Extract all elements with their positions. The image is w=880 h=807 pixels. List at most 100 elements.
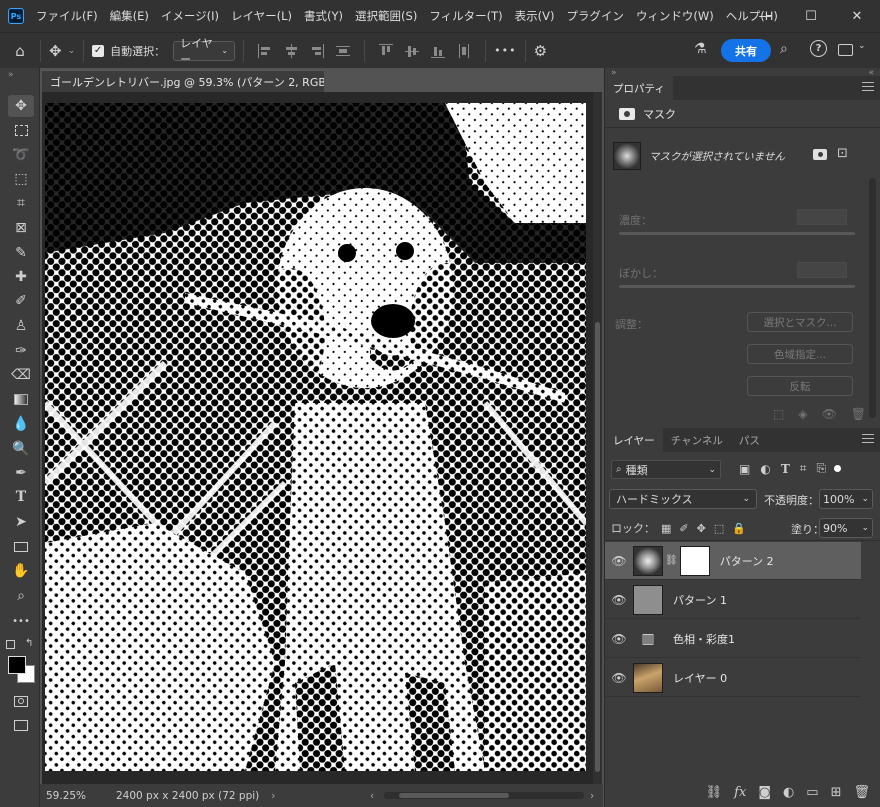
layer-row[interactable]: 👁 ▥ 色相・彩度1 [605,620,861,658]
document-tab[interactable]: ゴールデンレトリバー.jpg @ 59.3% (パターン 2, RGB/8) *… [42,70,324,92]
more-options-icon[interactable]: ••• [494,44,516,57]
halftone-image-canvas[interactable] [45,103,586,771]
search-icon[interactable]: ⌕ [780,41,788,57]
crop-tool-icon[interactable]: ⌗ [8,192,34,214]
auto-select-target-dropdown[interactable]: レイヤー ⌄ [173,37,236,66]
image-filter-icon[interactable]: ▣ [739,462,750,476]
trash-icon[interactable]: 🗑 [853,785,870,800]
screen-mode-icon[interactable] [8,714,34,736]
align-center-horizontal-icon[interactable] [284,43,298,58]
maximize-button[interactable]: ☐ [788,0,834,32]
align-middle-vertical-icon[interactable] [405,44,420,58]
layer-row[interactable]: 👁 ⛓ パターン 2 [605,542,861,580]
menu-type[interactable]: 書式(Y) [304,8,343,24]
path-select-tool-icon[interactable]: ➤ [8,511,34,533]
help-icon[interactable]: ? [810,40,827,57]
menu-file[interactable]: ファイル(F) [36,8,98,24]
tab-channels[interactable]: チャンネル [663,428,731,452]
align-left-icon[interactable] [258,43,272,58]
layer-row[interactable]: 👁 レイヤー 0 [605,659,861,697]
menu-window[interactable]: ウィンドウ(W) [636,8,714,24]
fx-icon[interactable]: fx [734,785,746,800]
properties-scrollbar[interactable] [869,178,876,418]
zoom-tool-icon[interactable]: ⌕ [8,585,34,607]
menu-filter[interactable]: フィルター(T) [429,8,502,24]
chevron-right-icon[interactable]: › [271,790,275,802]
menu-image[interactable]: イメージ(I) [161,8,219,24]
link-icon[interactable]: ⛓ [665,555,678,566]
hand-tool-icon[interactable]: ✋ [8,560,34,582]
auto-select-checkbox[interactable]: ✓ [92,44,105,57]
workspace-icon[interactable] [838,44,853,56]
healing-brush-tool-icon[interactable]: ✚ [8,266,34,288]
visibility-icon[interactable]: 👁 [605,632,633,646]
menu-plugins[interactable]: プラグイン [566,8,624,24]
collapse-icon[interactable]: » [8,70,14,80]
chevron-down-icon[interactable]: ⌄ [858,41,866,51]
lock-position-icon[interactable]: ✥ [697,522,706,535]
opacity-field[interactable]: 100% ⌄ [819,489,873,509]
lasso-tool-icon[interactable]: ➰ [8,144,34,166]
distribute-horizontal-icon[interactable] [457,43,471,58]
chevron-right-icon[interactable]: › [590,784,594,807]
smart-object-filter-icon[interactable]: ⎘ [817,461,827,476]
add-mask-icon[interactable]: ◙ [758,785,771,800]
add-pixel-mask-icon[interactable] [813,149,827,160]
tab-properties[interactable]: プロパティ [605,76,673,100]
lock-artboard-icon[interactable]: ⬚ [714,522,724,535]
edit-toolbar-icon[interactable]: ••• [8,610,34,632]
object-select-tool-icon[interactable]: ⬚ [8,168,34,190]
type-tool-icon[interactable]: T [8,486,34,508]
horizontal-scrollbar[interactable] [384,792,584,799]
gradient-tool-icon[interactable] [8,388,34,410]
menu-select[interactable]: 選択範囲(S) [355,8,417,24]
panel-menu-icon[interactable] [862,434,874,446]
menu-layer[interactable]: レイヤー(L) [231,8,292,24]
frame-tool-icon[interactable]: ⊠ [8,217,34,239]
marquee-tool-icon[interactable] [8,119,34,141]
menu-edit[interactable]: 編集(E) [110,8,149,24]
menu-view[interactable]: 表示(V) [515,8,555,24]
align-right-icon[interactable] [310,43,325,58]
move-tool-icon[interactable]: ✥ [49,42,62,60]
gear-icon[interactable]: ⚙ [534,42,547,60]
shape-filter-icon[interactable]: ⌗ [800,461,807,476]
canvas-area[interactable] [42,92,602,784]
link-layers-icon[interactable]: ⛓ [706,785,723,800]
blur-tool-icon[interactable]: 💧 [8,413,34,435]
close-window-button[interactable]: ✕ [834,0,880,32]
add-vector-mask-icon[interactable]: ⊡ [837,146,848,161]
type-filter-icon[interactable]: T [781,462,790,476]
lock-image-icon[interactable]: ✐ [679,522,688,535]
lock-transparent-icon[interactable]: ▦ [661,522,671,535]
layer-filter-dropdown[interactable]: ⌕ 種類 ⌄ [611,460,721,479]
visibility-icon[interactable]: 👁 [605,593,633,607]
chevron-down-icon[interactable]: ⌄ [68,46,76,56]
move-tool-icon[interactable]: ✥ [8,95,34,117]
layer-row[interactable]: 👁 パターン 1 [605,581,861,619]
distribute-vertical-icon[interactable] [336,44,351,58]
chevron-left-icon[interactable]: ‹ [370,784,374,807]
panel-menu-icon[interactable] [862,82,874,94]
folder-icon[interactable]: ▭ [806,785,818,800]
flask-icon[interactable]: ⚗ [694,41,707,57]
adjustment-layer-icon[interactable]: ◐ [783,785,794,800]
eyedropper-tool-icon[interactable]: ✎ [8,242,34,264]
blend-mode-dropdown[interactable]: ハードミックス ⌄ [609,489,757,509]
align-bottom-icon[interactable] [431,44,446,58]
quick-mask-icon[interactable] [8,690,34,712]
rectangle-tool-icon[interactable] [8,536,34,558]
align-top-icon[interactable] [379,43,394,58]
fill-field[interactable]: 90% ⌄ [819,518,873,538]
tab-layers[interactable]: レイヤー [605,428,663,452]
eraser-tool-icon[interactable]: ⌫ [8,364,34,386]
foreground-color-swatch[interactable] [8,656,26,674]
history-brush-tool-icon[interactable]: ✑ [8,340,34,362]
home-icon[interactable]: ⌂ [0,42,40,60]
stamp-tool-icon[interactable]: ♙ [8,315,34,337]
layer-mask-thumbnail[interactable] [679,545,710,576]
pen-tool-icon[interactable]: ✒ [8,462,34,484]
visibility-icon[interactable]: 👁 [605,554,633,568]
minimize-button[interactable]: — [742,0,788,32]
vertical-scrollbar[interactable] [593,92,602,784]
